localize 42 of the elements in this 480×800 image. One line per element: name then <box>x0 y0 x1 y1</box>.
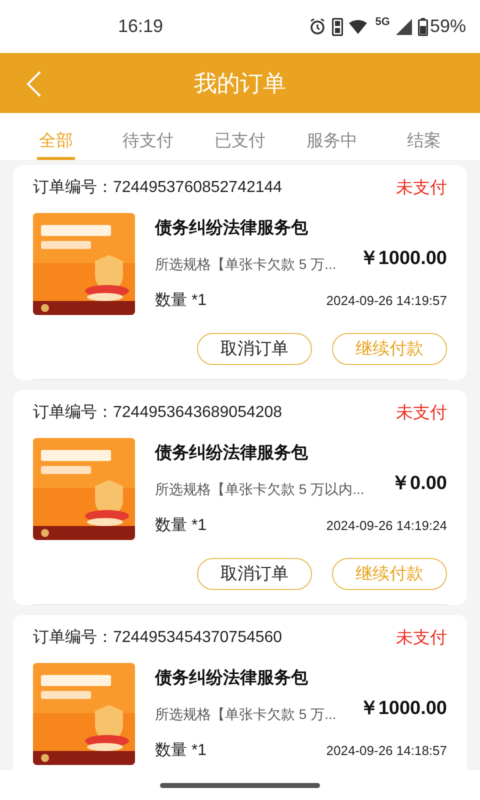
page-title: 我的订单 <box>194 68 286 98</box>
quantity-text: 数量 *1 <box>155 741 207 761</box>
product-title: 债务纠纷法律服务包 <box>155 667 309 689</box>
order-date: 2024-09-26 14:19:57 <box>326 292 447 310</box>
order-status: 未支付 <box>396 402 447 424</box>
battery-icon <box>418 18 428 36</box>
product-title: 债务纠纷法律服务包 <box>155 442 309 464</box>
order-number-label: 订单编号： <box>33 628 113 648</box>
quantity-text: 数量 *1 <box>155 516 207 536</box>
continue-payment-button[interactable]: 继续付款 <box>332 333 447 365</box>
network-label: 5G <box>375 15 390 30</box>
home-handle[interactable] <box>160 782 320 788</box>
product-spec: 所选规格【单张卡欠款 5 万... <box>155 705 336 724</box>
tab[interactable]: 全部 <box>37 113 75 160</box>
product-price: ￥1000.00 <box>359 246 447 270</box>
product-price: ￥0.00 <box>391 472 447 496</box>
tab[interactable]: 待支付 <box>120 113 176 160</box>
quantity-text: 数量 *1 <box>155 291 207 311</box>
tab[interactable]: 服务中 <box>304 113 360 160</box>
order-number: 7244953760852742144 <box>113 178 282 198</box>
product-spec: 所选规格【单张卡欠款 5 万... <box>155 255 336 274</box>
tab[interactable]: 结案 <box>405 113 443 160</box>
product-price: ￥1000.00 <box>359 696 447 720</box>
order-number: 7244953643689054208 <box>113 403 282 423</box>
order-status: 未支付 <box>396 177 447 200</box>
cancel-order-button[interactable]: 取消订单 <box>197 558 312 590</box>
order-date: 2024-09-26 14:18:57 <box>326 742 447 760</box>
battery-percent: 59% <box>430 15 466 38</box>
order-number-label: 订单编号： <box>33 178 113 198</box>
signal-icon <box>396 18 412 34</box>
status-time: 16:19 <box>118 15 164 38</box>
order-number: 7244953454370754560 <box>113 628 282 648</box>
tab[interactable]: 已支付 <box>212 113 268 160</box>
product-title: 债务纠纷法律服务包 <box>155 217 309 239</box>
order-number-label: 订单编号： <box>33 402 113 423</box>
cancel-order-button[interactable]: 取消订单 <box>197 333 312 365</box>
order-status: 未支付 <box>396 627 447 650</box>
product-spec: 所选规格【单张卡欠款 5 万以内... <box>155 480 364 500</box>
wifi-icon <box>349 20 370 34</box>
alarm-icon <box>309 18 326 35</box>
continue-payment-button[interactable]: 继续付款 <box>332 558 447 590</box>
order-date: 2024-09-26 14:19:24 <box>326 517 447 536</box>
